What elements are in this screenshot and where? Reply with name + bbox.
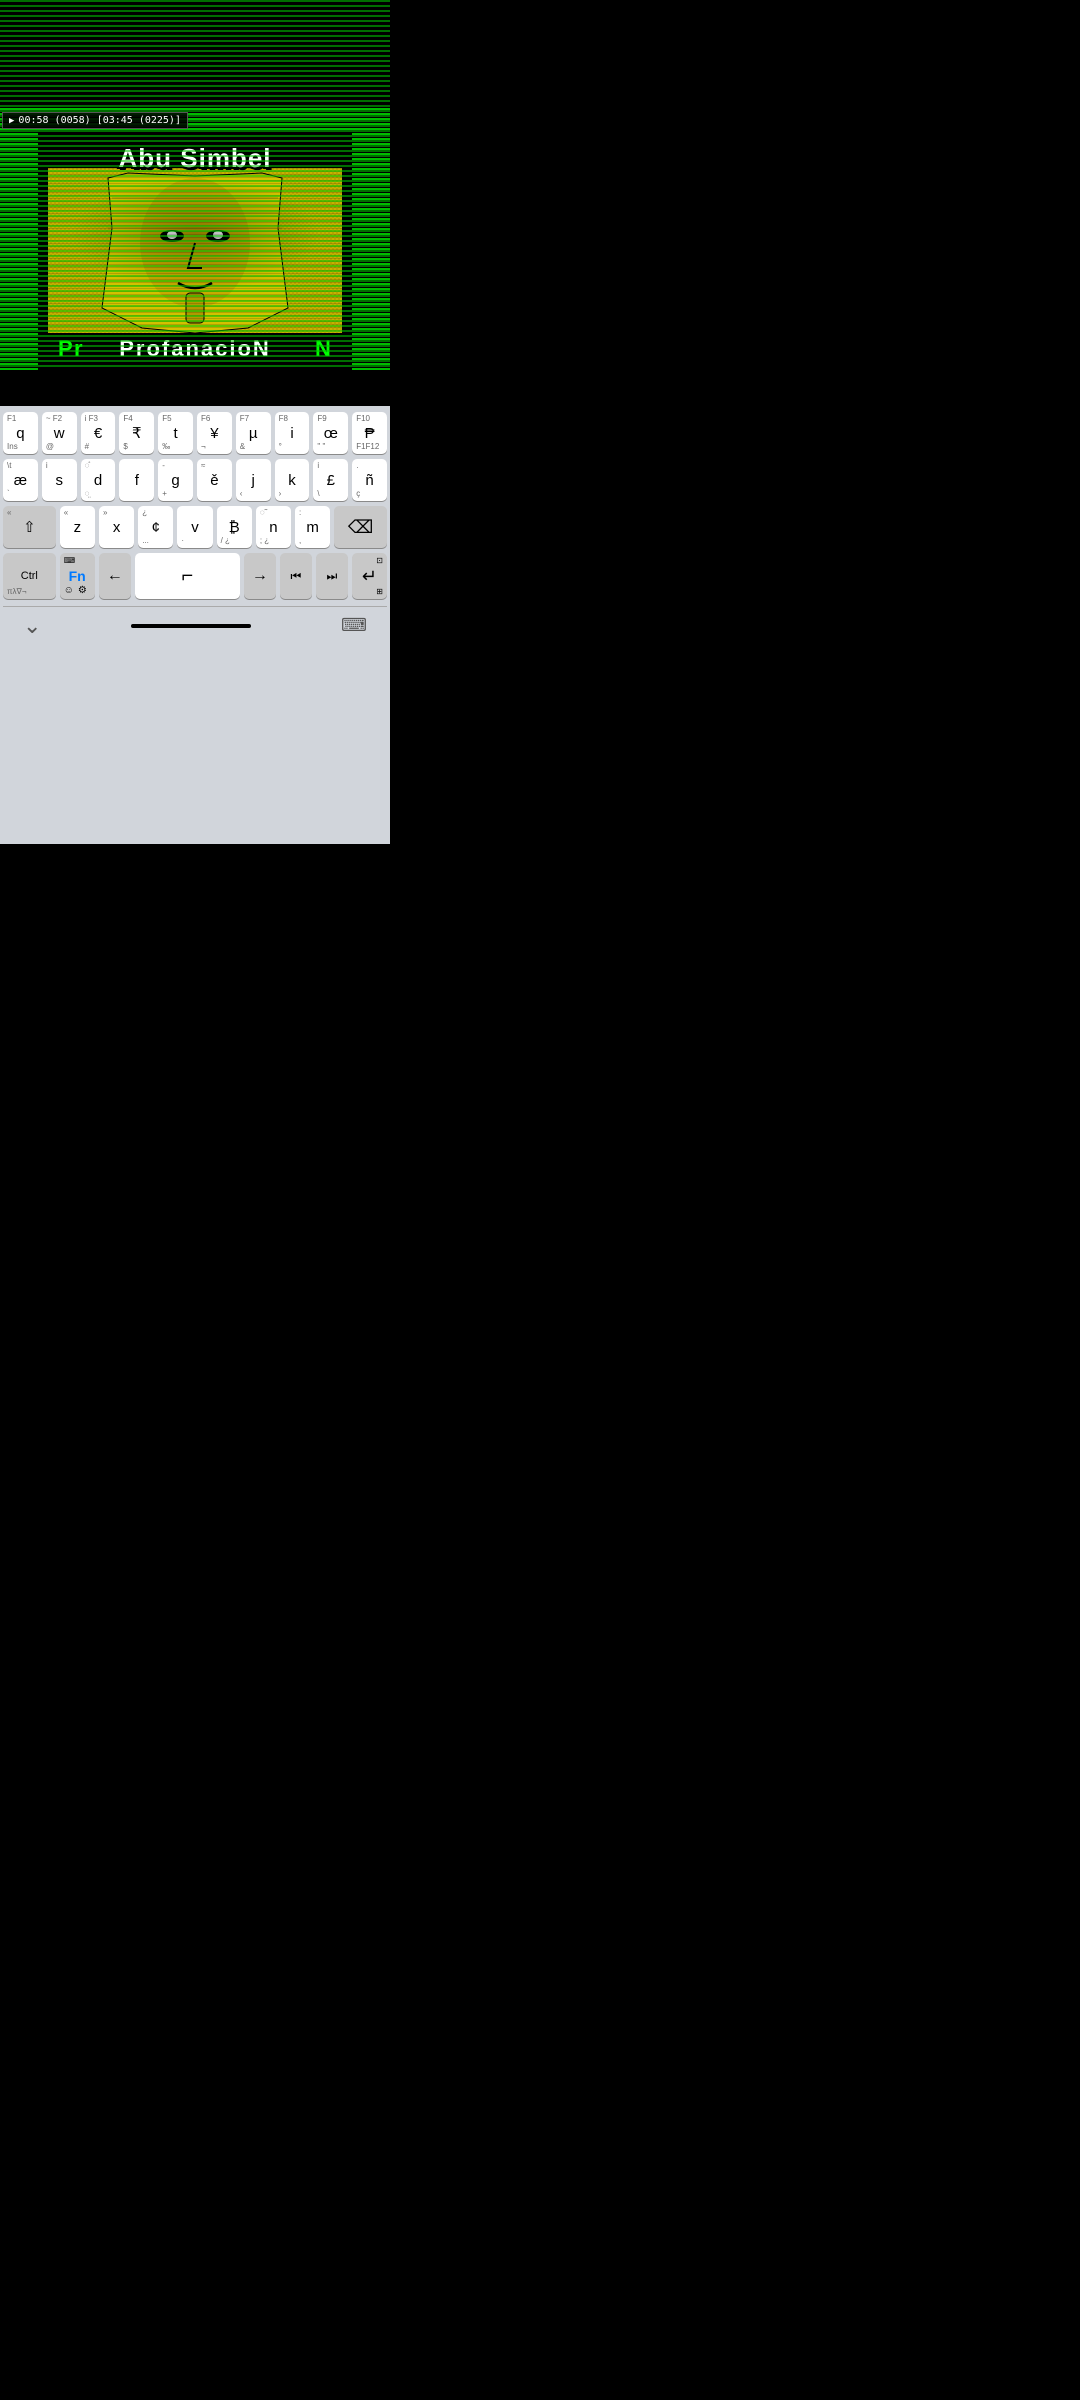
key-c[interactable]: ¿ ¢ ... <box>138 506 173 548</box>
space-key[interactable]: ⌐ <box>135 553 240 599</box>
keyboard-row-1: F1 q Ins ~ F2 w @ i F3 € # F4 ₹ $ F5 t ‰… <box>3 412 387 454</box>
key-u[interactable]: F7 µ & <box>236 412 271 454</box>
key-j[interactable]: j ‹ <box>236 459 271 501</box>
key-f[interactable]: f <box>119 459 154 501</box>
return-key[interactable]: ⊡ ↵ ⊞ <box>352 553 387 599</box>
emoji-icon: ☺ <box>64 585 74 596</box>
key-q[interactable]: F1 q Ins <box>3 412 38 454</box>
keyboard-small-icon: ⌨ <box>64 556 76 565</box>
key-k[interactable]: k › <box>275 459 310 501</box>
backspace-key[interactable]: ⌫ <box>334 506 387 548</box>
svg-text:r: r <box>74 336 85 361</box>
play-icon: ▶ <box>9 116 14 126</box>
settings-icon: ⚙ <box>78 585 87 596</box>
pharaoh-image <box>48 168 342 333</box>
key-t[interactable]: F5 t ‰ <box>158 412 193 454</box>
media-prev-key[interactable]: ⏮ <box>280 553 312 599</box>
game-subtitle: ProfanacioN P r N <box>50 334 340 368</box>
key-e[interactable]: i F3 € # <box>81 412 116 454</box>
home-indicator <box>131 624 251 628</box>
key-m[interactable]: : m , <box>295 506 330 548</box>
key-s[interactable]: i s <box>42 459 77 501</box>
svg-text:ProfanacioN: ProfanacioN <box>119 336 271 361</box>
transport-bar: ▶ 00:58 (0058) [03:45 (0225)] <box>2 112 188 129</box>
svg-text:P: P <box>58 336 75 361</box>
fn-key[interactable]: ⌨ Fn ☺ ⚙ <box>60 553 95 599</box>
key-r[interactable]: F4 ₹ $ <box>119 412 154 454</box>
key-l[interactable]: i £ \ <box>313 459 348 501</box>
arrow-left-key[interactable]: ← <box>99 553 131 599</box>
key-d[interactable]: ◌̊ d ◌̤ <box>81 459 116 501</box>
svg-text:N: N <box>315 336 333 361</box>
key-p[interactable]: F10 ₱ F1F12 <box>352 412 387 454</box>
keyboard-area: F1 q Ins ~ F2 w @ i F3 € # F4 ₹ $ F5 t ‰… <box>0 406 390 844</box>
key-i[interactable]: F8 i ° <box>275 412 310 454</box>
key-g[interactable]: - g + <box>158 459 193 501</box>
keyboard-row-2: \t æ ` i s ◌̊ d ◌̤ f - g + ≈ ě <box>3 459 387 501</box>
key-n[interactable]: ◌̃ n ; ¿ <box>256 506 291 548</box>
key-z[interactable]: « z <box>60 506 95 548</box>
media-next-key[interactable]: ⏭ <box>316 553 348 599</box>
chevron-down-icon[interactable]: ⌄ <box>23 613 41 639</box>
key-o[interactable]: F9 œ " " <box>313 412 348 454</box>
game-screen: Abu Simbel <box>38 133 352 370</box>
key-h[interactable]: ≈ ě <box>197 459 232 501</box>
keyboard-row-4: Ctrl πλ∇¬ ⌨ Fn ☺ ⚙ ← ⌐ → ⏮ ⏭ ⊡ ↵ ⊞ <box>3 553 387 599</box>
key-semicolon[interactable]: . ñ ç <box>352 459 387 501</box>
key-w[interactable]: ~ F2 w @ <box>42 412 77 454</box>
glitch-lines-right <box>352 133 390 370</box>
game-title: Abu Simbel <box>50 141 340 179</box>
shift-key[interactable]: « ⇧ <box>3 506 56 548</box>
svg-text:Abu Simbel: Abu Simbel <box>118 143 271 173</box>
emulator-area: ▶ 00:58 (0058) [03:45 (0225)] Abu Simbel <box>0 0 390 370</box>
ctrl-key[interactable]: Ctrl πλ∇¬ <box>3 553 56 599</box>
glitch-lines-left <box>0 133 38 370</box>
time-display: 00:58 (0058) [03:45 (0225)] <box>18 115 181 126</box>
black-top <box>0 0 390 108</box>
arrow-right-key[interactable]: → <box>244 553 276 599</box>
key-y[interactable]: F6 ¥ ¬ <box>197 412 232 454</box>
bottom-bar: ⌄ ⌨ <box>3 606 387 644</box>
keyboard-row-3: « ⇧ « z » x ¿ ¢ ... v · ₿ / ¿ ◌̃ <box>3 506 387 548</box>
key-x[interactable]: » x <box>99 506 134 548</box>
key-a[interactable]: \t æ ` <box>3 459 38 501</box>
keyboard-toggle-icon[interactable]: ⌨ <box>341 615 367 636</box>
key-v[interactable]: v · <box>177 506 212 548</box>
key-b[interactable]: ₿ / ¿ <box>217 506 252 548</box>
